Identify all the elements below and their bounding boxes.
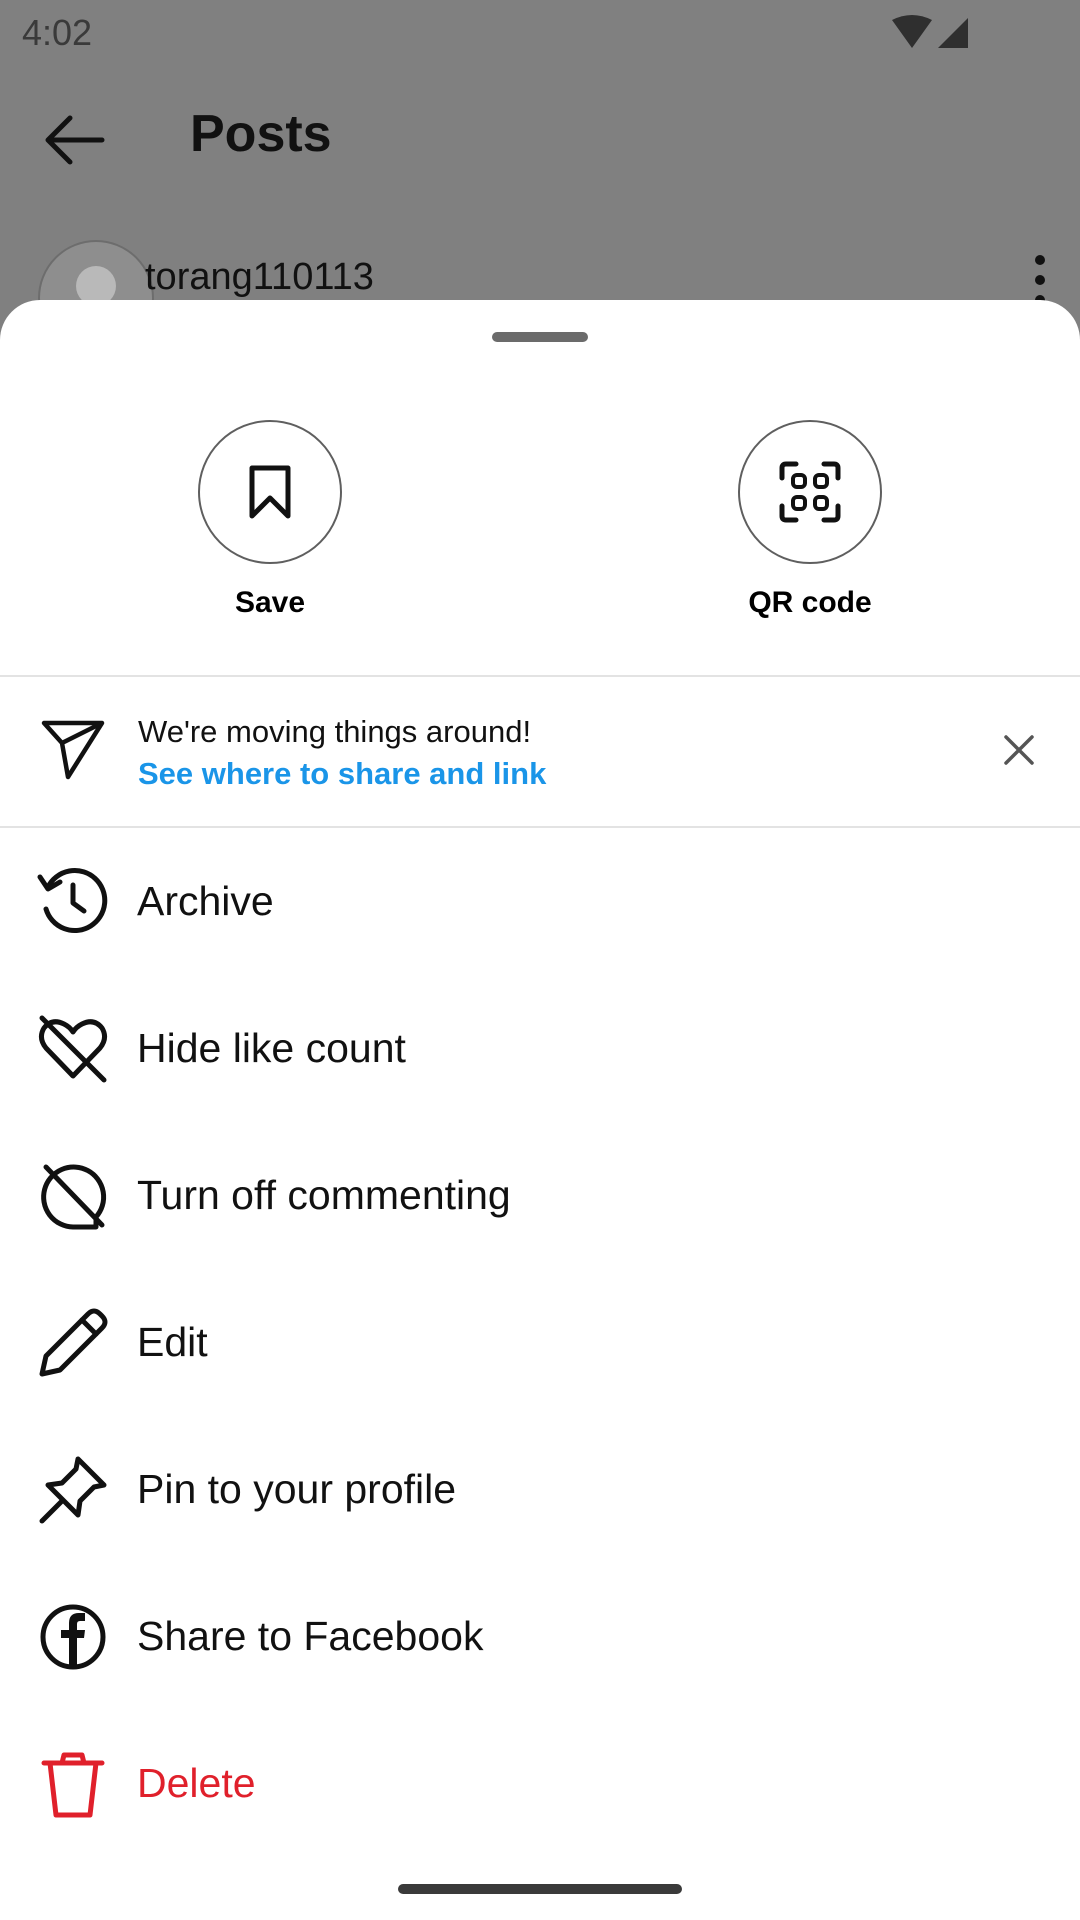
menu-item-share-to-facebook[interactable]: Share to Facebook [0, 1563, 1080, 1710]
menu-item-delete[interactable]: Delete [0, 1710, 1080, 1857]
qr-code-action[interactable]: QR code [700, 420, 920, 620]
archive-clock-icon [37, 867, 108, 933]
menu-item-label: Archive [137, 878, 274, 924]
menu-item-edit[interactable]: Edit [0, 1269, 1080, 1416]
home-indicator[interactable] [398, 1884, 682, 1894]
menu-item-label: Delete [137, 1760, 256, 1806]
trash-icon [41, 1752, 105, 1817]
post-username[interactable]: torang110113 [145, 256, 374, 299]
signal-wifi-icon [892, 15, 968, 48]
menu-item-pin-to-profile[interactable]: Pin to your profile [0, 1416, 1080, 1563]
heart-off-icon [38, 1015, 108, 1082]
pencil-icon [39, 1308, 108, 1376]
options-menu: Archive Hide like count Turn off comment… [0, 828, 1080, 1857]
menu-item-hide-like-count[interactable]: Hide like count [0, 975, 1080, 1122]
facebook-icon [40, 1604, 106, 1669]
pin-icon [39, 1456, 107, 1523]
info-banner[interactable]: We're moving things around! See where to… [0, 677, 1080, 826]
save-label: Save [234, 586, 306, 619]
menu-item-turn-off-commenting[interactable]: Turn off commenting [0, 1122, 1080, 1269]
close-icon[interactable] [998, 729, 1040, 771]
send-paper-plane-icon [41, 720, 105, 780]
bookmark-icon [249, 465, 291, 519]
menu-item-label: Turn off commenting [137, 1172, 511, 1218]
menu-item-label: Hide like count [137, 1025, 406, 1071]
banner-title: We're moving things around! [138, 714, 532, 749]
menu-item-archive[interactable]: Archive [0, 828, 1080, 975]
options-bottom-sheet: Save QR code We're moving things around!… [0, 300, 1080, 1920]
qr-code-icon [779, 461, 841, 523]
qr-code-button[interactable] [738, 420, 882, 564]
menu-item-label: Edit [137, 1319, 208, 1365]
status-time: 4:02 [22, 12, 93, 53]
qr-code-label: QR code [748, 586, 872, 619]
save-button[interactable] [198, 420, 342, 564]
banner-link[interactable]: See where to share and link [138, 753, 546, 795]
comment-off-icon [41, 1164, 107, 1229]
page-title: Posts [190, 105, 332, 163]
menu-item-label: Share to Facebook [137, 1613, 484, 1659]
save-action[interactable]: Save [160, 420, 380, 620]
menu-item-label: Pin to your profile [137, 1466, 457, 1512]
sheet-drag-handle[interactable] [492, 332, 588, 342]
back-arrow-icon[interactable] [40, 112, 106, 168]
